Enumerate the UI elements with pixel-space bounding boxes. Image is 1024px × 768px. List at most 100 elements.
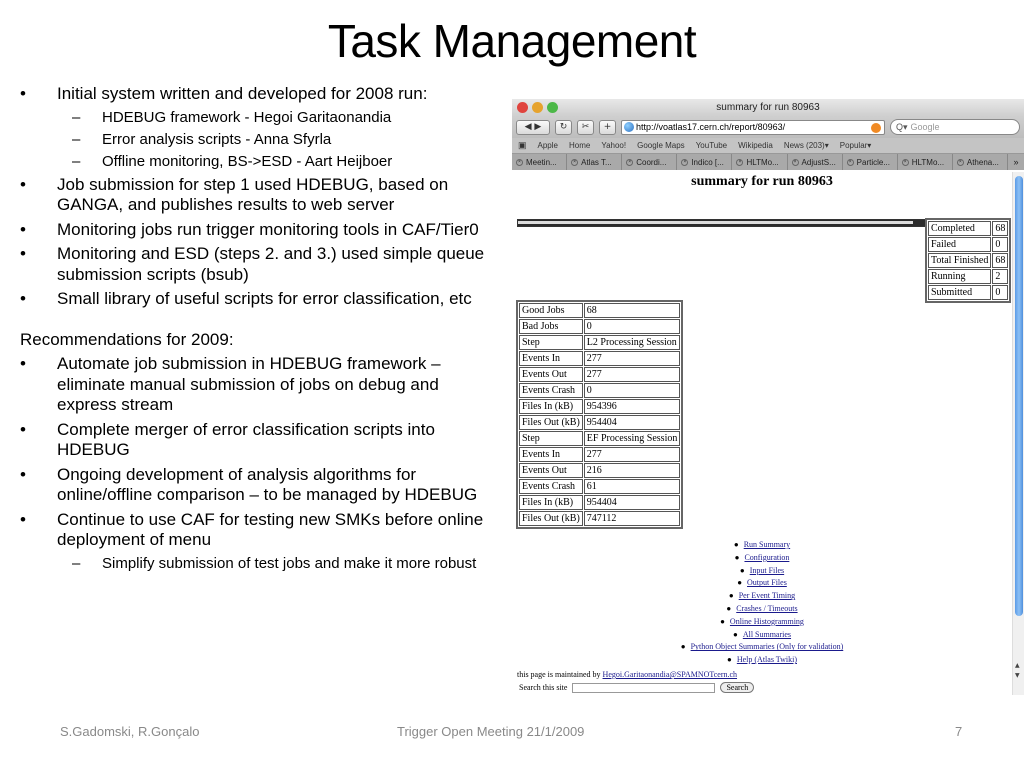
sub-bullet-item: – Error analysis scripts - Anna Sfyrla [20, 130, 500, 149]
tab-label: Meetin... [526, 157, 557, 167]
scroll-up-arrow-icon[interactable]: ▲ [1015, 662, 1020, 669]
sub-bullet-text: Offline monitoring, BS->ESD - Aart Heijb… [102, 152, 393, 170]
row-value: 277 [583, 367, 681, 382]
report-link[interactable]: Help (Atlas Twiki) [737, 655, 797, 664]
table-row: Running 2 [928, 269, 1009, 284]
globe-icon [624, 122, 634, 132]
report-link[interactable]: Python Object Summaries (Only for valida… [691, 642, 844, 651]
address-bar[interactable]: http://voatlas17.cern.ch/report/80963/ [621, 119, 885, 135]
close-tab-icon[interactable]: × [901, 158, 909, 166]
report-link[interactable]: Per Event Timing [739, 591, 795, 600]
minimize-window-button[interactable] [532, 102, 543, 113]
report-link[interactable]: Online Histogramming [730, 617, 804, 626]
close-window-button[interactable] [517, 102, 528, 113]
browser-tab[interactable]: × HLTMo... [732, 154, 788, 170]
bullet-icon: • [20, 174, 26, 194]
reload-button[interactable]: ↻ [555, 119, 572, 135]
book-icon[interactable]: ▣ [518, 140, 527, 151]
bookmark-item[interactable]: Wikipedia [738, 141, 773, 150]
scroll-thumb[interactable] [1015, 176, 1023, 616]
close-tab-icon[interactable]: × [626, 158, 634, 166]
link-item: ● Online Histogramming [662, 616, 862, 629]
back-forward-buttons[interactable]: ◀ ▶ [516, 119, 550, 135]
bullet-icon: ● [726, 655, 732, 665]
sub-bullet-item: – Simplify submission of test jobs and ma… [20, 554, 500, 573]
bookmark-item[interactable]: YouTube [696, 141, 727, 150]
url-text: http://voatlas17.cern.ch/report/80963/ [636, 122, 786, 132]
close-tab-icon[interactable]: × [791, 158, 799, 166]
close-tab-icon[interactable]: × [516, 158, 523, 166]
row-value: 0 [992, 237, 1009, 252]
browser-tab[interactable]: × Coordi... [622, 154, 678, 170]
report-link[interactable]: Output Files [747, 578, 787, 587]
bookmark-item[interactable]: Popular▾ [840, 141, 872, 150]
bullet-icon: • [20, 354, 26, 373]
table-row: Events In 277 [519, 447, 681, 462]
scroll-down-arrow-icon[interactable]: ▼ [1015, 672, 1020, 679]
site-search-button[interactable]: Search [720, 682, 755, 693]
rss-icon[interactable] [871, 122, 881, 133]
bookmark-item[interactable]: Apple [538, 141, 558, 150]
bullet-text: Initial system written and developed for… [57, 84, 428, 103]
table-row: Events Crash 0 [519, 383, 681, 398]
report-link[interactable]: Configuration [744, 553, 789, 562]
bookmarks-bar: ▣ Apple Home Yahoo! Google Maps YouTube Wikip… [512, 138, 1024, 154]
table-row: Events Out 277 [519, 367, 681, 382]
bookmark-item[interactable]: News (203)▾ [784, 141, 829, 150]
bullet-text: Small library of useful scripts for erro… [57, 289, 472, 308]
dash-icon: – [72, 108, 81, 126]
browser-window: summary for run 80963 ◀ ▶ ↻ ✂ + http://v… [512, 99, 1024, 695]
row-value: 68 [583, 303, 681, 318]
row-value: 277 [583, 447, 681, 462]
window-controls [517, 102, 558, 113]
maintainer-label: this page is maintained by [517, 670, 603, 679]
row-value: 68 [992, 253, 1009, 268]
bullet-icon: • [20, 219, 26, 239]
add-bookmark-button[interactable]: + [599, 119, 616, 135]
bookmark-item[interactable]: Home [569, 141, 590, 150]
report-link[interactable]: All Summaries [743, 630, 791, 639]
bullet-icon: ● [728, 591, 734, 601]
close-tab-icon[interactable]: × [681, 158, 689, 166]
tab-overflow-button[interactable]: » [1008, 157, 1024, 167]
report-link[interactable]: Input Files [750, 566, 784, 575]
sub-bullet-text: HDEBUG framework - Hegoi Garitaonandia [102, 108, 392, 126]
progress-bar [517, 219, 926, 227]
search-placeholder: Google [910, 122, 940, 132]
browser-tab[interactable]: × AdjustS... [788, 154, 843, 170]
browser-tab[interactable]: × Indico [... [677, 154, 733, 170]
maintainer-email-link[interactable]: Hegoi.Garitaonandia@SPAMNOTcern.ch [603, 670, 737, 679]
site-search-input[interactable] [572, 682, 716, 693]
link-item: ● Run Summary [662, 539, 862, 552]
browser-tab[interactable]: × HLTMo... [898, 154, 953, 170]
report-link[interactable]: Crashes / Timeouts [736, 604, 797, 613]
tab-label: Atlas T... [581, 157, 612, 167]
close-tab-icon[interactable]: × [571, 158, 579, 166]
zoom-window-button[interactable] [547, 102, 558, 113]
sub-bullet-list: – HDEBUG framework - Hegoi Garitaonandia –… [57, 108, 500, 171]
vertical-scrollbar[interactable]: ▲ ▼ [1012, 172, 1024, 695]
bookmark-item[interactable]: Yahoo! [601, 141, 626, 150]
bullet-icon: • [20, 509, 26, 529]
window-titlebar: summary for run 80963 [512, 99, 1024, 116]
table-row: Files Out (kB) 747112 [519, 511, 681, 526]
browser-tab[interactable]: × Athena... [953, 154, 1008, 170]
table-row: Events Out 216 [519, 463, 681, 478]
report-link[interactable]: Run Summary [744, 540, 790, 549]
bullet-text: Monitoring jobs run trigger monitoring t… [57, 219, 479, 239]
row-label: Bad Jobs [519, 319, 583, 334]
close-tab-icon[interactable]: × [956, 158, 964, 166]
browser-tab[interactable]: × Particle... [843, 154, 898, 170]
sub-bullet-text: Error analysis scripts - Anna Sfyrla [102, 130, 332, 148]
browser-tab[interactable]: × Meetin... [512, 154, 568, 170]
search-field[interactable]: Q▾ Google [890, 119, 1020, 135]
row-value: 68 [992, 221, 1009, 236]
browser-tab[interactable]: × Atlas T... [567, 154, 623, 170]
close-tab-icon[interactable]: × [736, 158, 744, 166]
row-value: 2 [992, 269, 1009, 284]
bullet-item: • Monitoring and ESD (steps 2. and 3.) us… [20, 244, 500, 285]
bullet-text: Ongoing development of analysis algorith… [57, 464, 478, 505]
close-tab-icon[interactable]: × [846, 158, 854, 166]
snapback-button[interactable]: ✂ [577, 119, 594, 135]
bookmark-item[interactable]: Google Maps [637, 141, 685, 150]
